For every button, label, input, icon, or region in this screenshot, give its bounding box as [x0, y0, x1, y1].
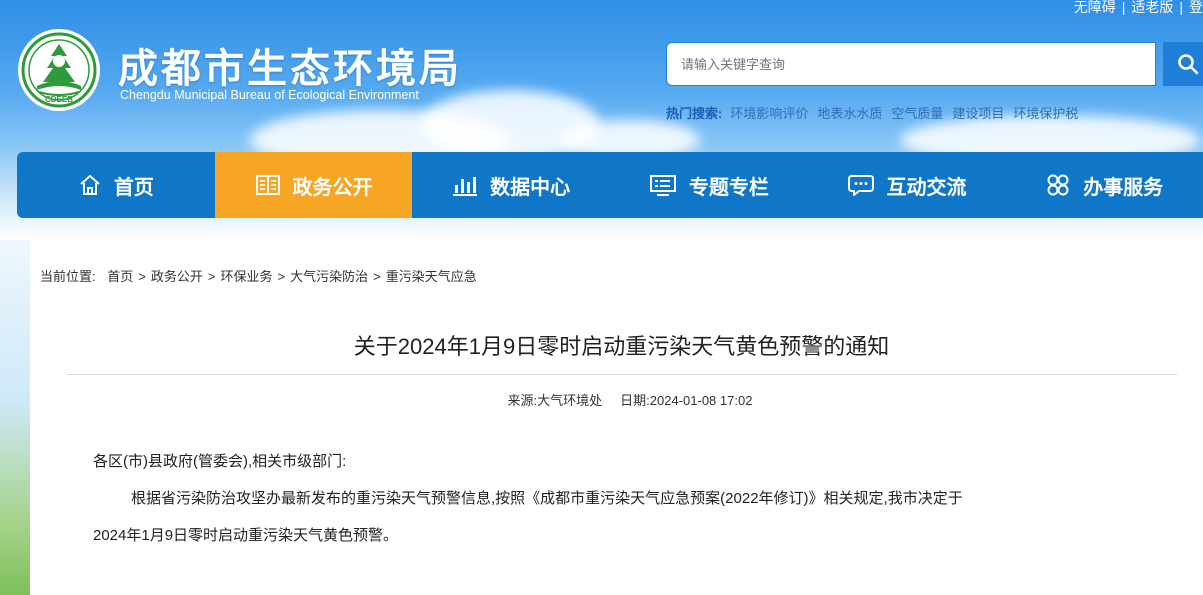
article-salutation: 各区(市)县政府(管委会),相关市级部门: [93, 453, 347, 470]
hot-search: 热门搜索: 环境影响评价 地表水水质 空气质量 建设项目 环境保护税 [666, 103, 1087, 122]
nav-services[interactable]: 办事服务 [1005, 152, 1203, 218]
search-box [666, 42, 1203, 88]
nav-topics[interactable]: 专题专栏 [610, 152, 808, 218]
login-link[interactable]: 登 [1189, 0, 1203, 15]
article-date: 日期:2024-01-08 17:02 [620, 393, 753, 408]
chat-bubble-icon [847, 173, 875, 197]
logo-text: CDEEB [45, 95, 73, 104]
main-nav: 首页 政务公开 数据中心 专题专栏 互动交流 办事服务 [17, 152, 1203, 218]
nav-label: 专题专栏 [688, 176, 769, 199]
site-subtitle: Chengdu Municipal Bureau of Ecological E… [120, 88, 419, 102]
hot-search-link[interactable]: 环境保护税 [1013, 106, 1078, 121]
search-input[interactable] [666, 42, 1156, 86]
breadcrumb-separator: > [277, 269, 286, 284]
nav-government-affairs[interactable]: 政务公开 [214, 152, 413, 218]
site-logo[interactable]: CDEEB [17, 28, 101, 112]
breadcrumb-item[interactable]: 重污染天气应急 [386, 269, 477, 284]
nav-label: 数据中心 [490, 176, 571, 199]
home-icon [78, 173, 102, 197]
side-background [0, 240, 30, 595]
book-icon [255, 173, 281, 197]
hot-search-label: 热门搜索: [666, 106, 723, 121]
breadcrumb-separator: > [207, 269, 216, 284]
nav-data-center[interactable]: 数据中心 [412, 152, 610, 218]
breadcrumb-item[interactable]: 大气污染防治 [290, 269, 368, 284]
nav-label: 互动交流 [886, 176, 967, 199]
hot-search-link[interactable]: 环境影响评价 [730, 106, 808, 121]
top-links: 无障碍 | 适老版 | 登 [1073, 0, 1203, 15]
breadcrumb-separator: > [138, 269, 146, 284]
hot-search-link[interactable]: 建设项目 [952, 106, 1004, 121]
nav-label: 首页 [113, 176, 154, 199]
breadcrumb-item[interactable]: 环保业务 [220, 269, 272, 284]
breadcrumb-prefix: 当前位置: [40, 269, 96, 284]
article-source: 来源:大气环境处 [507, 393, 603, 408]
article-meta: 来源:大气环境处 日期:2024-01-08 17:02 [0, 390, 1203, 409]
site-title[interactable]: 成都市生态环境局 [118, 36, 462, 94]
article-body-line: 2024年1月9日零时启动重污染天气黄色预警。 [93, 527, 399, 544]
breadcrumb: 当前位置: 首页 > 政务公开 > 环保业务 > 大气污染防治 > 重污染天气应急 [40, 266, 477, 285]
accessibility-link[interactable]: 无障碍 [1074, 0, 1116, 15]
hot-search-link[interactable]: 地表水水质 [817, 106, 882, 121]
breadcrumb-separator: > [373, 269, 381, 284]
elderly-mode-link[interactable]: 适老版 [1131, 0, 1173, 15]
search-button[interactable] [1163, 42, 1203, 86]
nav-interaction[interactable]: 互动交流 [808, 152, 1006, 218]
hot-search-link[interactable]: 空气质量 [891, 106, 943, 121]
bar-chart-icon [452, 173, 478, 197]
article-body-line: 根据省污染防治攻坚办最新发布的重污染天气预警信息,按照《成都市重污染天气应急预案… [131, 490, 963, 507]
search-icon [1178, 54, 1199, 75]
topic-board-icon [649, 173, 677, 197]
title-divider [67, 374, 1177, 375]
breadcrumb-item[interactable]: 政务公开 [151, 269, 203, 284]
nav-label: 办事服务 [1083, 176, 1164, 199]
service-grid-icon [1045, 173, 1071, 197]
nav-label: 政务公开 [292, 176, 373, 199]
nav-home[interactable]: 首页 [17, 152, 215, 218]
article-title: 关于2024年1月9日零时启动重污染天气黄色预警的通知 [353, 334, 890, 359]
breadcrumb-item[interactable]: 首页 [107, 269, 133, 284]
